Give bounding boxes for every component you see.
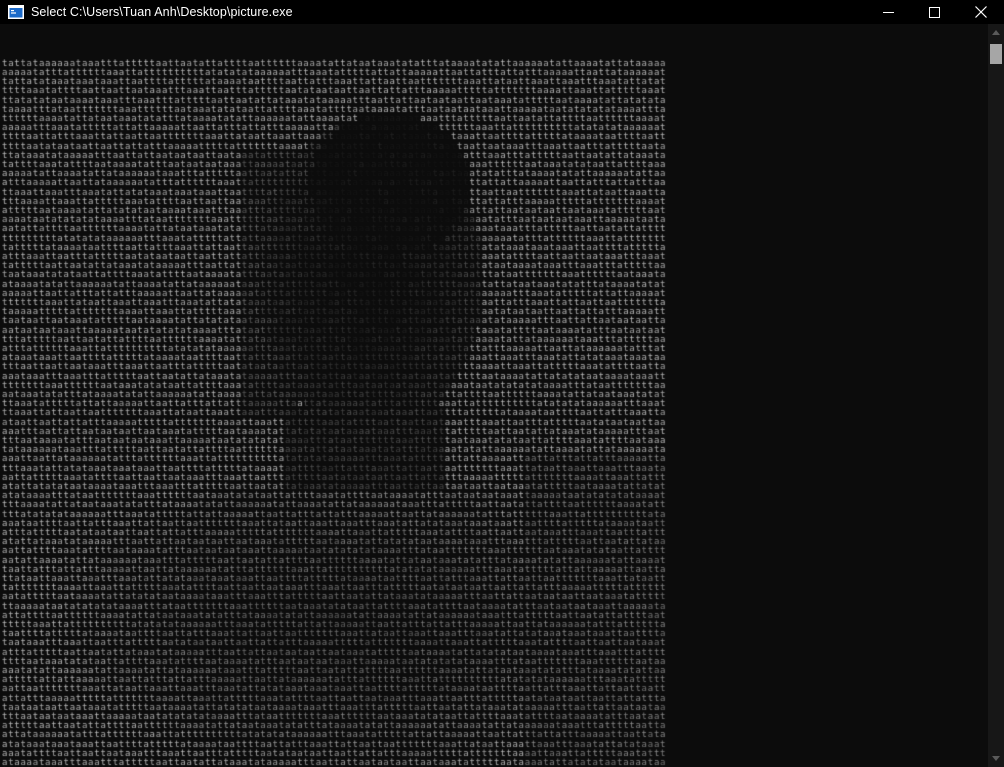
- vertical-scrollbar[interactable]: [988, 24, 1004, 767]
- minimize-button[interactable]: [865, 0, 911, 24]
- scroll-down-arrow-icon: [992, 756, 1000, 761]
- scroll-thumb[interactable]: [990, 44, 1002, 64]
- close-icon: [975, 6, 987, 18]
- console-window: Select C:\Users\Tuan Anh\Desktop\picture…: [0, 0, 1004, 767]
- console-app-icon: [8, 5, 24, 19]
- scroll-up-arrow-icon: [992, 30, 1000, 35]
- scroll-up-button[interactable]: [988, 24, 1004, 41]
- title-bar[interactable]: Select C:\Users\Tuan Anh\Desktop\picture…: [0, 0, 1004, 24]
- minimize-icon: [882, 11, 894, 13]
- scroll-down-button[interactable]: [988, 750, 1004, 767]
- ascii-art-text: [2, 59, 668, 767]
- maximize-icon: [928, 6, 940, 18]
- close-button[interactable]: [958, 0, 1004, 24]
- console-output-area[interactable]: [0, 24, 988, 767]
- maximize-button[interactable]: [911, 0, 957, 24]
- window-title: Select C:\Users\Tuan Anh\Desktop\picture…: [31, 5, 293, 19]
